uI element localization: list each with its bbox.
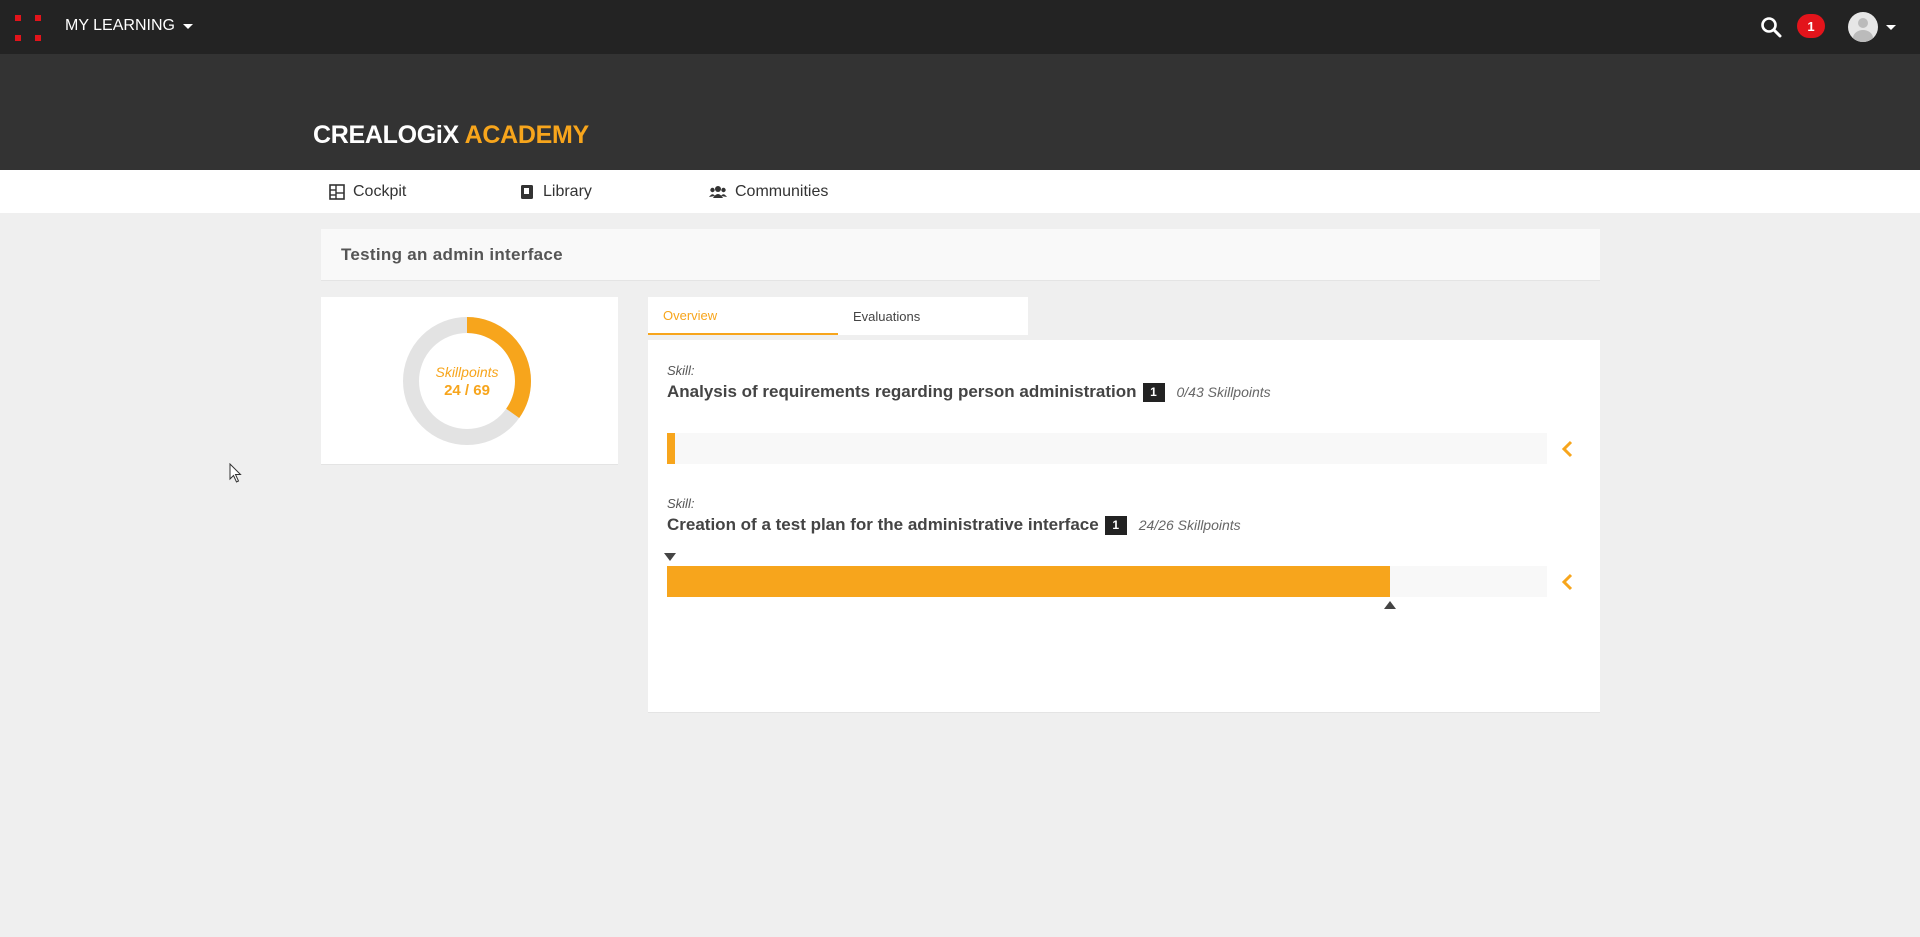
skill-progress-track (667, 566, 1547, 597)
skill-level-badge: 1 (1142, 382, 1165, 402)
sub-navigation: Cockpit Library Communities (0, 170, 1920, 213)
tab-overview[interactable]: Overview (648, 297, 838, 335)
skill-progress-fill (667, 433, 675, 464)
donut-center-label: Skillpoints 24 / 69 (403, 317, 531, 445)
academy-logo: CREALOGiX ACADEMY (313, 121, 589, 150)
mouse-cursor-icon (229, 463, 242, 483)
skill-kicker: Skill: (667, 496, 695, 511)
subnav-label-communities: Communities (735, 182, 829, 200)
caret-down-icon (182, 23, 193, 29)
skill-item: Skill: Creation of a test plan for the a… (664, 496, 1582, 609)
header-banner: CREALOGiX ACADEMY (0, 54, 1920, 170)
users-icon (709, 185, 727, 198)
logo-part1: CREALOGiX (313, 121, 459, 149)
book-icon (521, 184, 533, 199)
top-bar: MY LEARNING 1 (0, 0, 1920, 54)
donut-label-title: Skillpoints (435, 363, 499, 380)
skill-points: 24/26 Skillpoints (1138, 517, 1241, 533)
page-title: Testing an admin interface (341, 244, 563, 264)
dashboard-icon (329, 183, 345, 200)
subnav-item-library[interactable]: Library (519, 170, 592, 213)
subnav-label-library: Library (543, 182, 592, 200)
logo-part2: ACADEMY (464, 121, 590, 149)
skill-level-badge: 1 (1104, 515, 1127, 535)
skill-header: Creation of a test plan for the administ… (667, 515, 1582, 535)
my-learning-menu[interactable]: MY LEARNING (65, 17, 193, 35)
skill-name: Analysis of requirements regarding perso… (667, 382, 1137, 401)
user-menu[interactable] (1848, 12, 1896, 42)
skillpoints-summary-card: Skillpoints 24 / 69 (321, 297, 618, 465)
skill-points: 0/43 Skillpoints (1176, 384, 1271, 400)
skill-progress-track (667, 433, 1547, 464)
subnav-item-cockpit[interactable]: Cockpit (329, 170, 406, 213)
level-target-marker-icon (1383, 601, 1396, 609)
course-tabs: Overview Evaluations (648, 297, 1028, 335)
skill-progress-fill (667, 566, 1390, 597)
skill-kicker: Skill: (667, 363, 695, 378)
skills-panel: Skill: Analysis of requirements regardin… (648, 340, 1600, 713)
skill-header: Analysis of requirements regarding perso… (667, 382, 1582, 402)
skill-name: Creation of a test plan for the administ… (667, 515, 1099, 534)
search-icon[interactable] (1760, 16, 1782, 38)
tab-evaluations[interactable]: Evaluations (838, 297, 1028, 335)
chevron-left-icon[interactable] (1560, 572, 1574, 592)
caret-down-icon (1886, 24, 1896, 30)
avatar (1848, 12, 1878, 42)
my-learning-label: MY LEARNING (65, 17, 175, 34)
donut-label-value: 24 / 69 (444, 381, 490, 399)
level-start-marker-icon (664, 553, 676, 561)
notification-badge[interactable]: 1 (1797, 14, 1825, 38)
apps-grid-icon[interactable] (15, 15, 41, 41)
chevron-left-icon[interactable] (1560, 439, 1574, 459)
subnav-item-communities[interactable]: Communities (709, 170, 828, 213)
course-title-bar: Testing an admin interface (321, 229, 1600, 281)
skill-item: Skill: Analysis of requirements regardin… (667, 363, 1582, 464)
subnav-label-cockpit: Cockpit (353, 182, 407, 200)
